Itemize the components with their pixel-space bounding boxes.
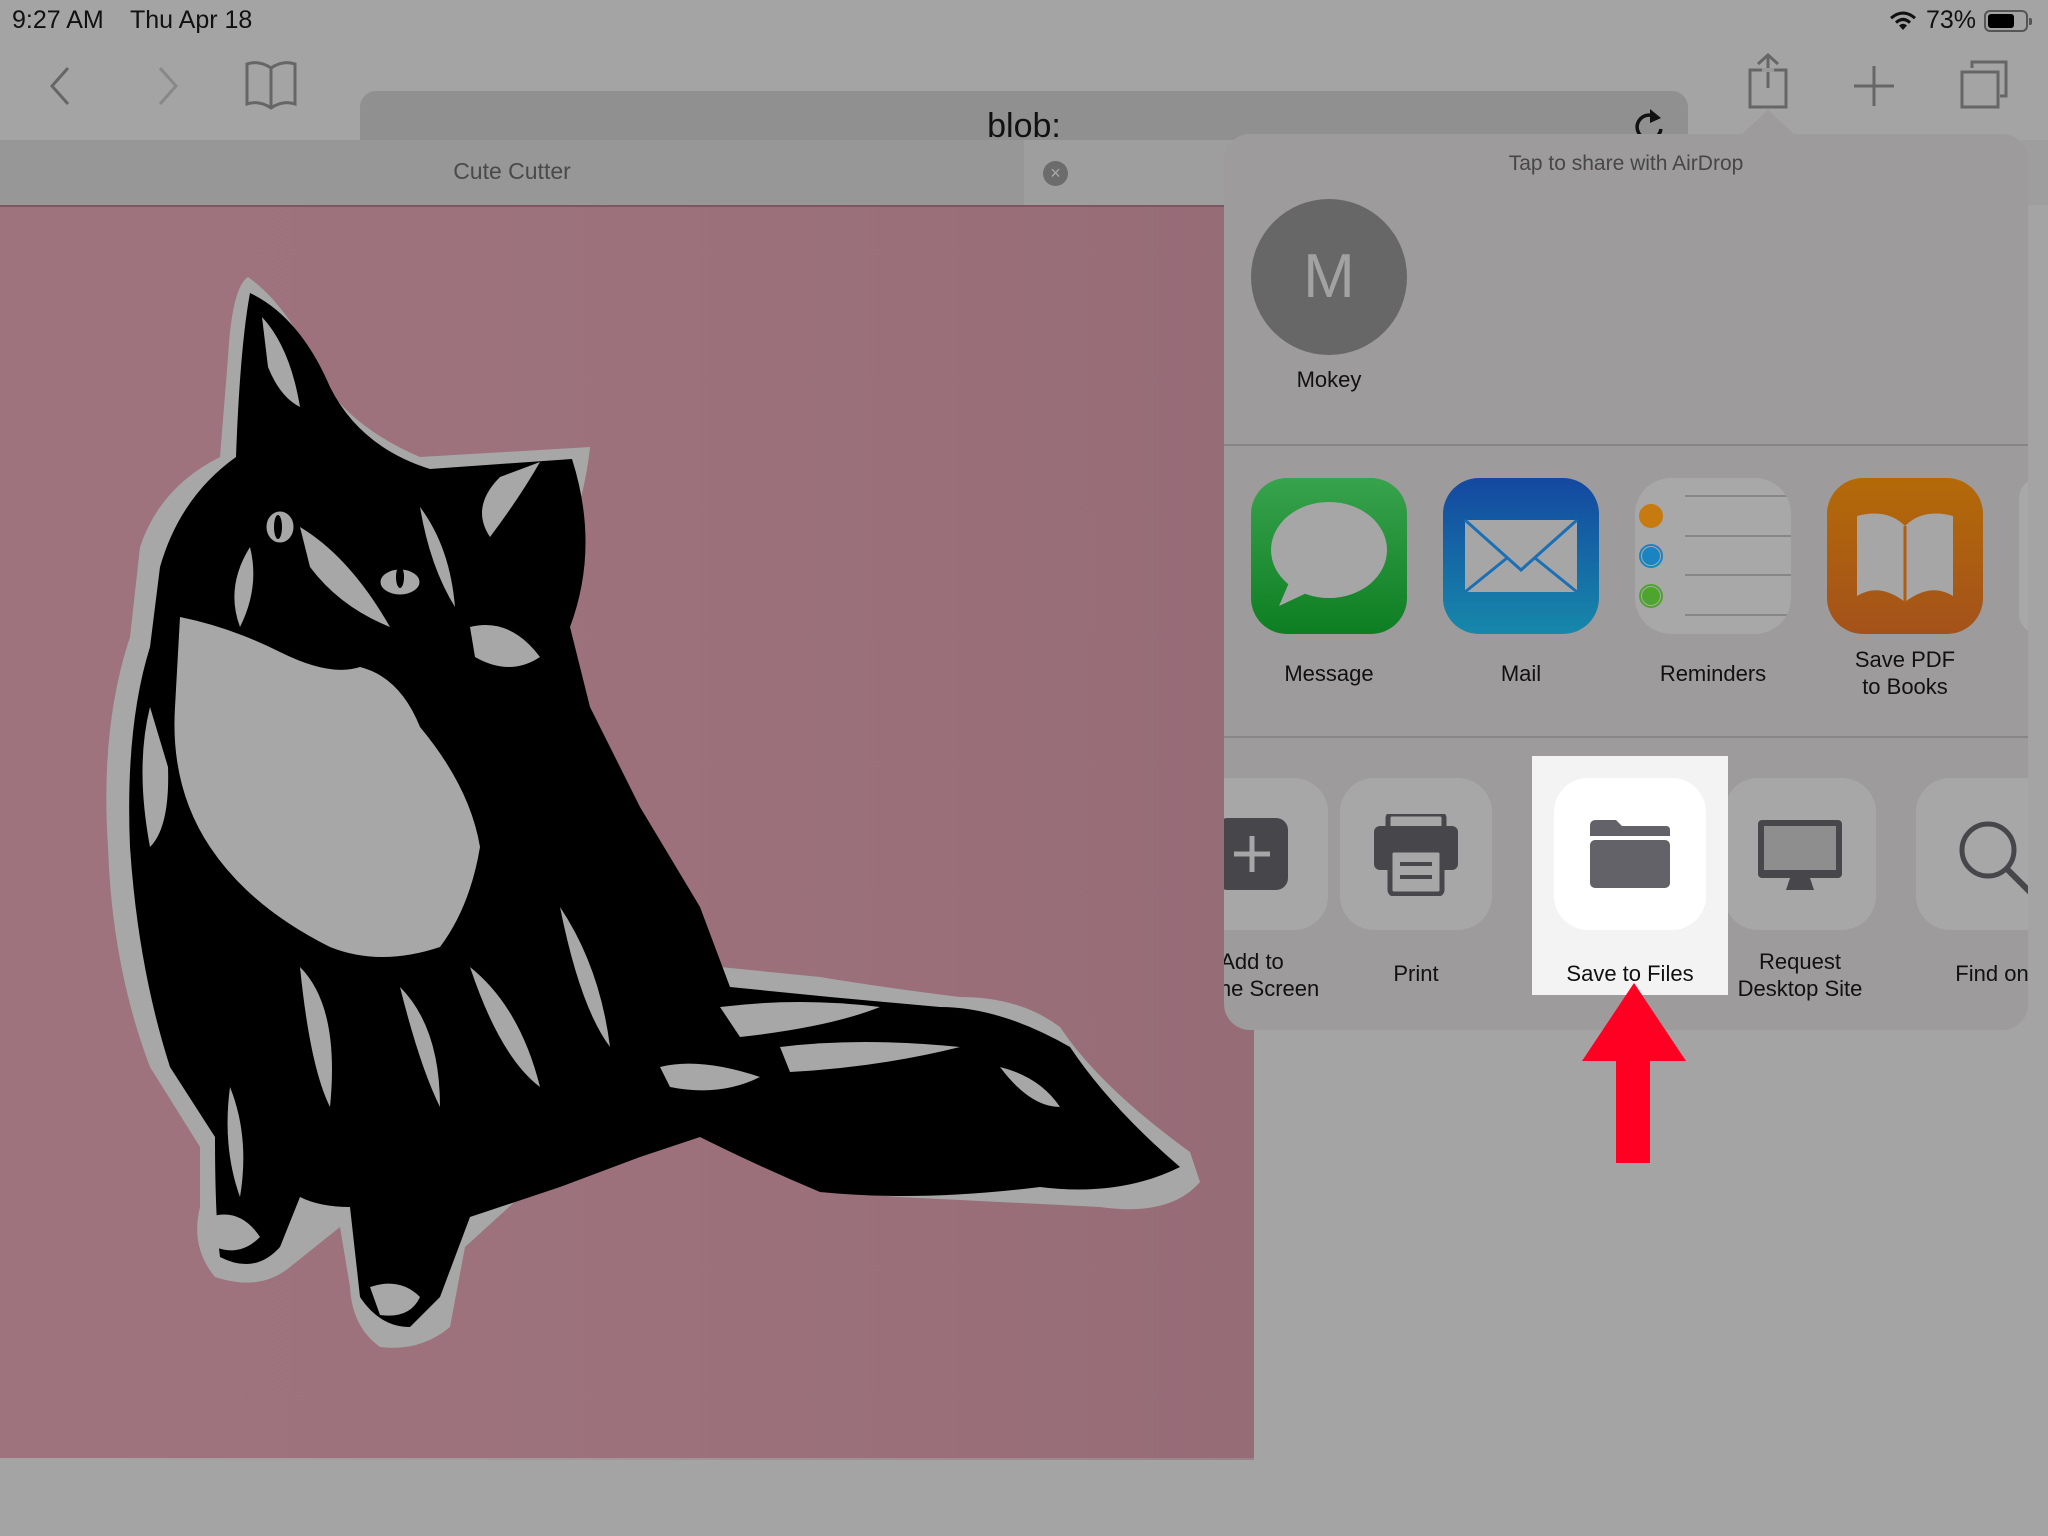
tab-title: Cute Cutter (453, 158, 571, 184)
close-circle-icon[interactable]: × (1043, 161, 1068, 186)
share-app-reminders[interactable]: Reminders (1635, 478, 1791, 687)
messages-icon[interactable] (1251, 478, 1407, 634)
action-label-line2: Desktop Site (1737, 976, 1863, 1001)
popover-arrow (1740, 110, 1796, 136)
add-square-icon (1224, 818, 1288, 890)
chevron-left-icon[interactable] (46, 64, 76, 108)
airdrop-section: Tap to share with AirDrop M Mokey (1224, 134, 2028, 446)
share-app-label: Mail (1500, 661, 1542, 686)
cat-pupil-right (396, 566, 404, 588)
chevron-right-icon[interactable] (152, 64, 182, 108)
share-app-label-line2: to Books (1862, 674, 1948, 699)
cat-illustration (0, 207, 1254, 1460)
share-app-message[interactable]: Message (1251, 478, 1407, 687)
share-app-books[interactable]: Save PDF to Books (1827, 478, 1983, 700)
share-icon[interactable] (1746, 52, 1790, 110)
plus-icon[interactable] (1852, 64, 1896, 108)
battery-fill (1988, 13, 2015, 28)
action-request-desktop-site[interactable]: Request Desktop Site (1722, 778, 1878, 1002)
status-bar: 9:27 AM Thu Apr 18 73% (0, 0, 2048, 42)
tab-cute-cutter[interactable]: Cute Cutter (0, 140, 1024, 205)
books-icon[interactable] (1827, 478, 1983, 634)
action-label-line2: Home Screen (1224, 976, 1320, 1001)
reminders-icon[interactable] (1635, 478, 1791, 634)
action-tile[interactable] (1916, 778, 2028, 930)
action-label-line1: Request (1759, 949, 1841, 974)
status-right: 73% (1888, 6, 2032, 35)
share-app-label: Message (1284, 661, 1374, 686)
mail-icon[interactable] (1443, 478, 1599, 634)
book-icon[interactable] (244, 58, 298, 110)
airdrop-contact-name: Mokey (1296, 367, 1362, 392)
save-to-files-tile[interactable] (1554, 778, 1706, 930)
action-tile[interactable] (1224, 778, 1328, 930)
share-app-overflow (2019, 478, 2028, 634)
page-content (0, 205, 1254, 1460)
action-add-to-home-screen[interactable]: Add to Home Screen (1224, 778, 1350, 1002)
share-app-label: Reminders (1659, 661, 1767, 686)
action-tile[interactable] (1340, 778, 1492, 930)
folder-icon (1590, 820, 1670, 888)
printer-icon (1374, 814, 1458, 896)
status-date: Thu Apr 18 (130, 6, 253, 34)
avatar[interactable]: M (1251, 199, 1407, 355)
wifi-icon (1889, 11, 1916, 30)
red-arrow-annotation (1582, 983, 1686, 1163)
desktop-icon (1758, 820, 1842, 890)
battery-icon (1984, 9, 2032, 32)
airdrop-title: Tap to share with AirDrop (1508, 152, 1744, 175)
search-icon (1959, 821, 2028, 895)
status-time: 9:27 AM (12, 6, 104, 34)
action-print[interactable]: Print (1338, 778, 1494, 987)
action-label: Print (1393, 961, 1439, 986)
share-app-label-line1: Save PDF (1854, 647, 1956, 672)
share-apps-row: Message Mail Reminders Save PDF to Books (1224, 446, 2028, 738)
cat-pupil-left (274, 515, 282, 539)
action-label: Find on (1955, 961, 2028, 986)
action-save-to-files-highlighted[interactable]: Save to Files (1552, 778, 1708, 987)
share-app-mail[interactable]: Mail (1443, 478, 1599, 687)
battery-percent: 73% (1925, 6, 1976, 34)
action-find-on-page[interactable]: Find on (1914, 778, 2028, 987)
tabs-icon[interactable] (1958, 58, 2010, 110)
airdrop-contact[interactable]: M Mokey (1251, 199, 1407, 393)
action-tile[interactable] (1724, 778, 1876, 930)
action-label-line1: Add to (1224, 949, 1284, 974)
